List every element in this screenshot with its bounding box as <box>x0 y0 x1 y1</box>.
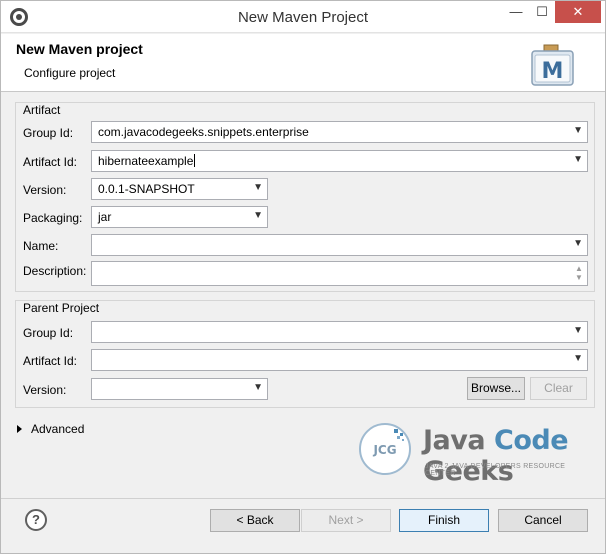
chevron-down-icon[interactable]: ▼ <box>253 210 263 221</box>
next-button[interactable]: Next > <box>301 509 391 532</box>
parent-version-combo[interactable]: ▼ <box>91 378 268 400</box>
close-button[interactable]: ✕ <box>555 1 601 23</box>
minimize-button[interactable]: — <box>503 1 529 23</box>
group-id-label: Group Id: <box>23 126 74 140</box>
parent-artifact-id-combo[interactable]: ▼ <box>91 349 588 371</box>
chevron-down-icon[interactable]: ▼ <box>573 353 583 364</box>
clear-button[interactable]: Clear <box>530 377 587 400</box>
chevron-down-icon[interactable]: ▼ <box>253 182 263 193</box>
browse-button[interactable]: Browse... <box>467 377 525 400</box>
name-label: Name: <box>23 239 59 253</box>
advanced-label: Advanced <box>31 422 85 436</box>
cancel-button[interactable]: Cancel <box>498 509 588 532</box>
group-id-value: com.javacodegeeks.snippets.enterprise <box>98 125 309 139</box>
page-subtitle: Configure project <box>24 66 116 80</box>
chevron-down-icon[interactable]: ▼ <box>573 238 583 249</box>
parent-group-id-label: Group Id: <box>23 326 74 340</box>
watermark-word-code: Code <box>494 425 569 456</box>
description-scrollbar[interactable]: ▲ ▼ <box>573 264 585 284</box>
maven-logo-letter: M <box>542 59 564 84</box>
text-caret <box>194 154 196 167</box>
page-title: New Maven project <box>16 41 143 57</box>
back-button[interactable]: < Back <box>210 509 300 532</box>
artifact-group-label: Artifact <box>23 103 61 117</box>
help-icon[interactable]: ? <box>25 509 47 531</box>
chevron-down-icon[interactable]: ▼ <box>573 125 583 136</box>
artifact-group: Artifact Group Id: com.javacodegeeks.sni… <box>15 102 595 292</box>
maven-logo-icon: M <box>531 44 574 86</box>
parent-group-id-combo[interactable]: ▼ <box>91 321 588 343</box>
parent-version-label: Version: <box>23 383 67 397</box>
parent-artifact-id-label: Artifact Id: <box>23 354 78 368</box>
description-textarea[interactable]: ▲ ▼ <box>91 261 588 286</box>
parent-project-group-label: Parent Project <box>23 301 100 315</box>
version-label: Version: <box>23 183 67 197</box>
maximize-button[interactable]: ☐ <box>529 1 555 23</box>
artifact-id-combo[interactable]: hibernateexample ▼ <box>91 150 588 172</box>
watermark-title: Java Code Geeks <box>423 425 579 487</box>
packaging-label: Packaging: <box>23 211 83 225</box>
watermark-tagline: JAVA 2 JAVA DEVELOPERS RESOURCE CENTER <box>425 463 566 477</box>
packaging-combo[interactable]: jar ▼ <box>91 206 268 228</box>
title-bar: New Maven Project — ☐ ✕ <box>1 1 605 33</box>
wizard-header: New Maven project Configure project M <box>1 34 605 92</box>
artifact-id-label: Artifact Id: <box>23 155 78 169</box>
chevron-down-icon[interactable]: ▼ <box>573 154 583 165</box>
artifact-id-value: hibernateexample <box>98 154 194 168</box>
chevron-down-icon[interactable]: ▼ <box>253 382 263 393</box>
description-label: Description: <box>23 264 87 278</box>
finish-button[interactable]: Finish <box>399 509 489 532</box>
parent-project-group: Parent Project Group Id: ▼ Artifact Id: … <box>15 300 595 408</box>
version-combo[interactable]: 0.0.1-SNAPSHOT ▼ <box>91 178 268 200</box>
jcg-badge-icon: JCG <box>359 423 411 475</box>
group-id-combo[interactable]: com.javacodegeeks.snippets.enterprise ▼ <box>91 121 588 143</box>
jcg-badge-text: JCG <box>372 443 396 457</box>
footer-divider <box>1 498 605 499</box>
chevron-down-icon[interactable]: ▼ <box>573 325 583 336</box>
watermark: JCG Java Code Geeks JAVA 2 JAVA DEVELOPE… <box>359 419 579 487</box>
dialog-window: New Maven Project — ☐ ✕ New Maven projec… <box>0 0 606 554</box>
advanced-toggle[interactable]: Advanced <box>17 422 84 436</box>
packaging-value: jar <box>98 210 112 224</box>
name-combo[interactable]: ▼ <box>91 234 588 256</box>
watermark-word-java: Java <box>423 425 486 456</box>
expand-triangle-icon[interactable] <box>17 425 22 433</box>
version-value: 0.0.1-SNAPSHOT <box>98 182 195 196</box>
